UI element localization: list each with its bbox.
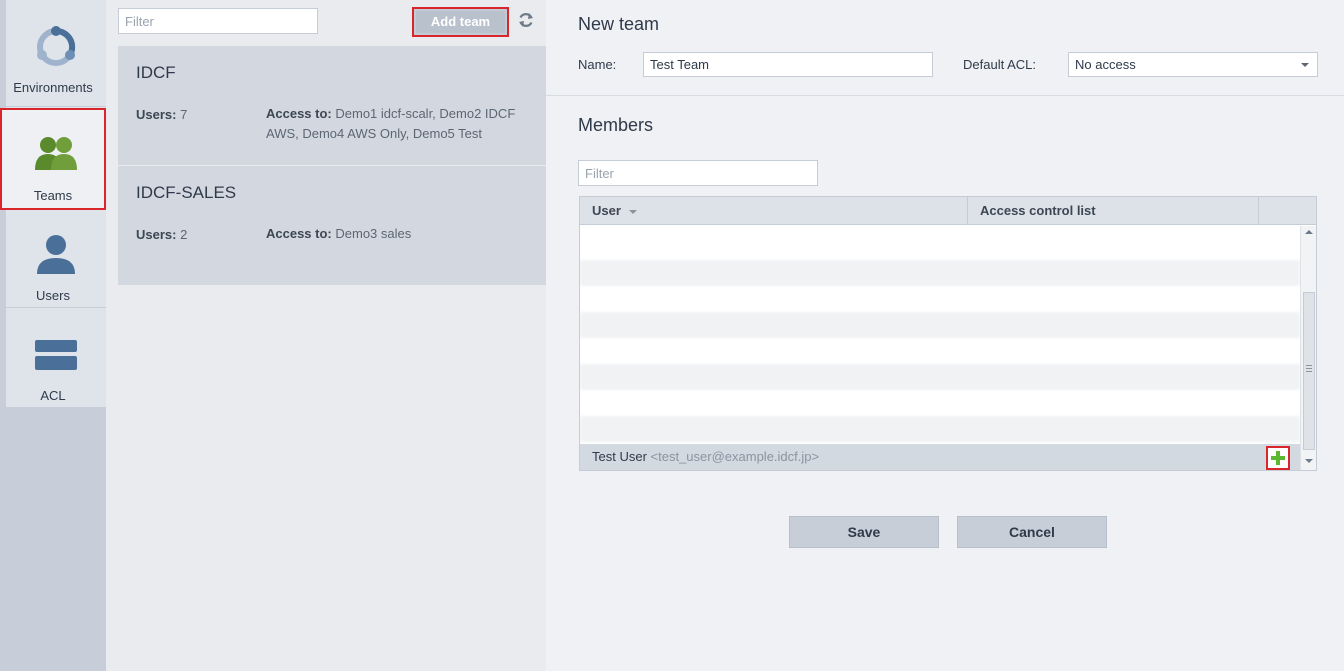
default-acl-value: No access [1075, 57, 1136, 72]
nav-label-teams: Teams [33, 188, 73, 203]
default-acl-select[interactable]: No access [1068, 52, 1318, 77]
grid-scrollbar[interactable] [1300, 226, 1316, 470]
main-nav: Environments Teams Users ACL [0, 0, 106, 671]
nav-item-environments[interactable]: Environments [0, 0, 106, 100]
nav-label-acl: ACL [40, 388, 66, 403]
team-name-input[interactable] [643, 52, 933, 77]
chevron-down-icon [1301, 63, 1309, 67]
team-card[interactable]: IDCF-SALES Users: 2 Access to: Demo3 sal… [118, 166, 546, 285]
grid-header: User Access control list [580, 197, 1316, 225]
nav-label-environments: Environments [13, 80, 93, 95]
team-access: Access to: Demo1 idcf-scalr, Demo2 IDCF … [266, 106, 516, 141]
form-title: New team [578, 14, 660, 34]
name-label: Name: [578, 57, 617, 72]
scroll-up-icon[interactable] [1305, 229, 1313, 235]
plus-icon [1271, 451, 1285, 465]
nav-item-teams[interactable]: Teams [0, 108, 106, 210]
table-row[interactable] [580, 286, 1300, 312]
nav-label-users: Users [36, 288, 70, 303]
column-user[interactable]: User [580, 197, 968, 225]
add-team-button[interactable]: Add team [412, 7, 509, 37]
teams-icon [35, 137, 77, 170]
column-acl[interactable]: Access control list [968, 197, 1259, 225]
refresh-icon[interactable] [517, 11, 535, 29]
members-title: Members [578, 115, 654, 135]
table-row[interactable] [580, 312, 1300, 338]
teams-list-panel: Add team IDCF Users: 7 Access to: Demo1 … [106, 0, 546, 671]
grip-icon [1306, 365, 1312, 372]
teams-filter-input[interactable] [118, 8, 318, 34]
members-filter-input[interactable] [578, 160, 818, 186]
table-row[interactable] [580, 416, 1300, 442]
team-form: New team Name: Default ACL: No access Me… [546, 0, 1344, 671]
nav-divider [6, 106, 106, 107]
default-acl-label: Default ACL: [963, 57, 1036, 72]
add-member-button[interactable] [1266, 446, 1290, 470]
team-name: IDCF [136, 63, 176, 82]
team-users: Users: 7 [136, 107, 188, 122]
table-row[interactable] [580, 260, 1300, 286]
table-row[interactable] [580, 390, 1300, 416]
acl-icon [35, 340, 77, 370]
team-users: Users: 2 [136, 227, 188, 242]
form-divider [546, 95, 1344, 96]
team-card[interactable]: IDCF Users: 7 Access to: Demo1 idcf-scal… [118, 46, 546, 165]
table-row[interactable] [580, 364, 1300, 390]
scroll-thumb[interactable] [1303, 292, 1315, 450]
user-icon [37, 235, 75, 274]
grid-body: Test User <test_user@example.idcf.jp> [580, 226, 1300, 470]
column-actions [1259, 197, 1316, 225]
sort-arrow-icon [628, 209, 637, 214]
nav-item-users[interactable]: Users [0, 208, 106, 308]
team-access: Access to: Demo3 sales [266, 226, 412, 241]
table-row[interactable] [580, 338, 1300, 364]
cancel-button[interactable]: Cancel [957, 516, 1107, 548]
table-row-selected[interactable]: Test User <test_user@example.idcf.jp> [580, 444, 1300, 470]
add-team-label: Add team [416, 11, 505, 33]
environments-icon [37, 26, 76, 66]
members-grid: User Access control list Test User <test… [579, 196, 1317, 471]
save-button[interactable]: Save [789, 516, 939, 548]
nav-item-acl[interactable]: ACL [0, 308, 106, 408]
table-row[interactable] [580, 234, 1300, 260]
scroll-down-icon[interactable] [1305, 458, 1313, 464]
team-name: IDCF-SALES [136, 183, 237, 202]
